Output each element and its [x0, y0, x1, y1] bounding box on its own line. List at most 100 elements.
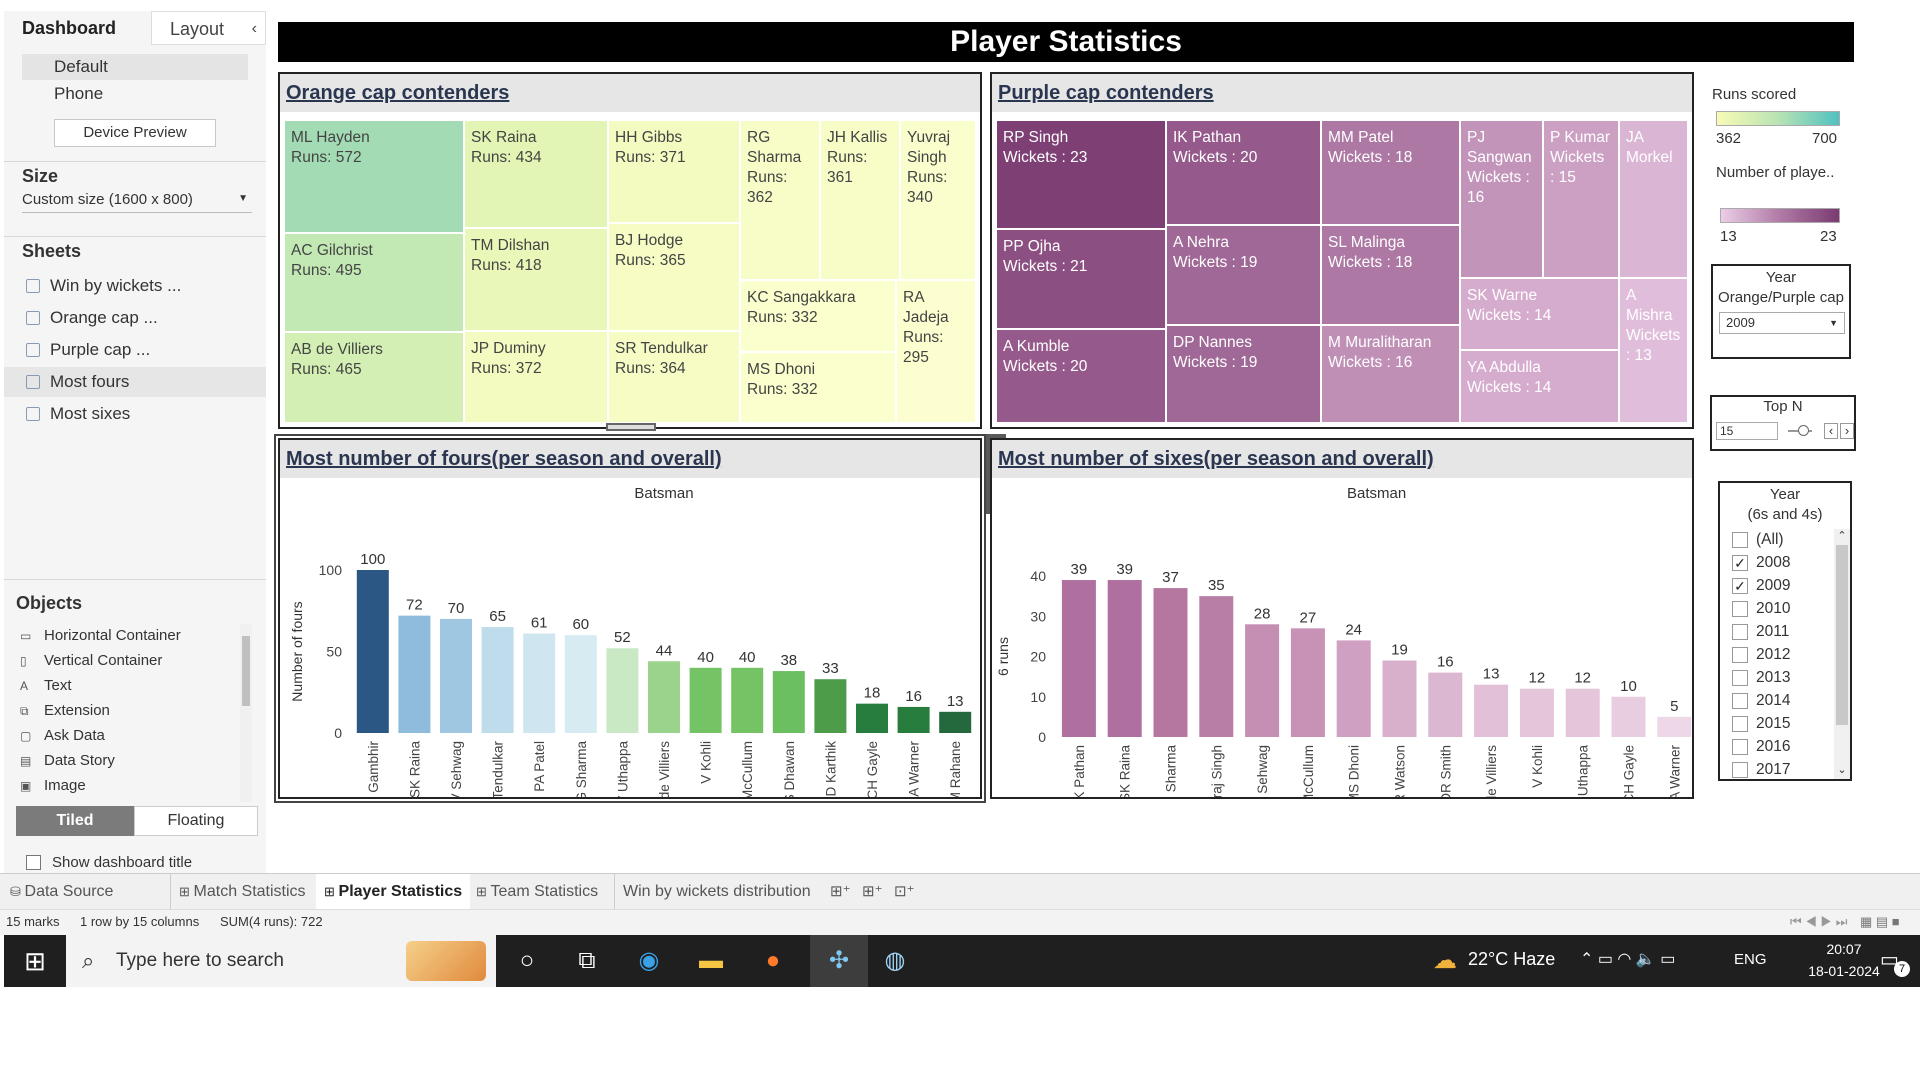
- object-text[interactable]: A Text: [20, 676, 72, 696]
- system-tray-icons[interactable]: ⌃ ▭ ◠ 🔈 ▭: [1580, 949, 1675, 969]
- tab-match-statistics[interactable]: ⊞ Match Statistics: [170, 874, 314, 910]
- orange-treemap-cell[interactable]: AC Gilchrist Runs: 495: [284, 233, 464, 332]
- sixes-bar-chart[interactable]: Batsman 6 runs 0 10 20 30 40 39 YK Pathan 39 SK Ra…: [992, 478, 1692, 797]
- scrollbar-thumb[interactable]: [242, 636, 250, 706]
- year-dropdown[interactable]: 2009 ▼: [1719, 312, 1845, 334]
- orange-treemap-cell[interactable]: SK Raina Runs: 434: [464, 120, 608, 228]
- view-toggle-icon[interactable]: ▦ ▤ ■: [1860, 910, 1900, 934]
- checkbox-icon[interactable]: [1732, 624, 1748, 640]
- checkbox-icon[interactable]: [1732, 762, 1748, 778]
- orange-treemap-cell[interactable]: RG Sharma Runs: 362: [740, 120, 820, 280]
- year-checkbox-item[interactable]: 2011: [1732, 621, 1789, 643]
- orange-treemap-cell[interactable]: TM Dilshan Runs: 418: [464, 228, 608, 331]
- purple-treemap-cell[interactable]: SK Warne Wickets : 14: [1460, 278, 1619, 350]
- year-checkbox-item[interactable]: 2016: [1732, 736, 1790, 758]
- checkbox-icon[interactable]: [1732, 716, 1748, 732]
- year-checkbox-item[interactable]: 2015: [1732, 713, 1790, 735]
- object-image[interactable]: ▣ Image: [20, 776, 86, 796]
- year-checkbox-item[interactable]: ✓ 2009: [1732, 575, 1790, 597]
- year-checkbox-item[interactable]: 2013: [1732, 667, 1790, 689]
- cortana-icon[interactable]: ○: [510, 945, 544, 977]
- orange-treemap-cell[interactable]: JH Kallis Runs: 361: [820, 120, 900, 280]
- tab-player-statistics[interactable]: ⊞ Player Statistics: [316, 874, 471, 910]
- checkbox-box[interactable]: [26, 855, 41, 870]
- scrollbar-thumb[interactable]: [1836, 545, 1848, 725]
- weather-text[interactable]: 22°C Haze: [1468, 949, 1555, 970]
- orange-treemap-cell[interactable]: AB de Villiers Runs: 465: [284, 332, 464, 423]
- object-data-story[interactable]: ▤ Data Story: [20, 751, 115, 771]
- purple-cap-panel[interactable]: Purple cap contenders RP Singh Wickets : …: [990, 72, 1694, 429]
- top-n-input[interactable]: 15: [1716, 422, 1778, 440]
- orange-cap-panel[interactable]: Orange cap contenders ML Hayden Runs: 572…: [278, 72, 982, 429]
- orange-treemap-cell[interactable]: BJ Hodge Runs: 365: [608, 223, 740, 331]
- tab-win-by-wickets[interactable]: Win by wickets distribution: [614, 874, 819, 910]
- purple-treemap-cell[interactable]: IK Pathan Wickets : 20: [1166, 120, 1321, 225]
- sheet-item-most-fours[interactable]: Most fours: [4, 367, 266, 397]
- scroll-down-icon[interactable]: ⌄: [1834, 763, 1850, 777]
- purple-treemap-cell[interactable]: A Kumble Wickets : 20: [996, 329, 1166, 423]
- purple-treemap-cell[interactable]: YA Abdulla Wickets : 14: [1460, 350, 1619, 423]
- checkbox-icon[interactable]: [1732, 739, 1748, 755]
- device-preview-button[interactable]: Device Preview: [54, 119, 216, 147]
- collapse-chevron-icon[interactable]: ‹: [252, 12, 257, 46]
- clock-time[interactable]: 20:07: [1804, 941, 1884, 957]
- most-fours-panel[interactable]: Most number of fours(per season and over…: [278, 438, 982, 799]
- purple-treemap-cell[interactable]: A Mishra Wickets : 13: [1619, 278, 1688, 423]
- size-dropdown[interactable]: Custom size (1600 x 800) ▼: [22, 191, 252, 213]
- sheet-item-purple-cap[interactable]: Purple cap ...: [4, 335, 266, 365]
- year-checkbox-item[interactable]: ✓ 2008: [1732, 552, 1790, 574]
- fours-bar-chart[interactable]: Batsman Number of fours 0 50 100 100 G Gambhir…: [280, 478, 980, 797]
- new-story-icon[interactable]: ⊡⁺: [894, 874, 915, 910]
- purple-treemap-cell[interactable]: M Muralitharan Wickets : 16: [1321, 325, 1460, 423]
- purple-treemap-cell[interactable]: JA Morkel: [1619, 120, 1688, 278]
- language-indicator[interactable]: ENG: [1734, 951, 1767, 968]
- purple-treemap-cell[interactable]: PJ Sangwan Wickets : 16: [1460, 120, 1543, 278]
- edge-icon[interactable]: ◉: [632, 945, 666, 977]
- new-worksheet-icon[interactable]: ⊞⁺: [830, 874, 851, 910]
- object-ask-data[interactable]: ▢ Ask Data: [20, 726, 105, 746]
- sheet-item-win-by-wickets[interactable]: Win by wickets ...: [4, 271, 266, 301]
- year-checkbox-item[interactable]: 2010: [1732, 598, 1790, 620]
- checkbox-icon[interactable]: [1732, 647, 1748, 663]
- taskbar-search-box[interactable]: ⌕ Type here to search: [66, 935, 496, 987]
- purple-treemap-cell[interactable]: MM Patel Wickets : 18: [1321, 120, 1460, 225]
- task-view-icon[interactable]: ⧉: [570, 945, 604, 977]
- sheet-item-orange-cap[interactable]: Orange cap ...: [4, 303, 266, 333]
- orange-treemap-cell[interactable]: ML Hayden Runs: 572: [284, 120, 464, 233]
- most-sixes-panel[interactable]: Most number of sixes(per season and over…: [990, 438, 1694, 799]
- object-vertical-container[interactable]: ▯ Vertical Container: [20, 651, 162, 671]
- increment-arrow-icon[interactable]: ›: [1840, 423, 1854, 439]
- new-dashboard-icon[interactable]: ⊞⁺: [862, 874, 883, 910]
- sheet-item-most-sixes[interactable]: Most sixes: [4, 399, 266, 429]
- orange-treemap-cell[interactable]: HH Gibbs Runs: 371: [608, 120, 740, 223]
- purple-cap-treemap[interactable]: RP Singh Wickets : 23 PP Ojha Wickets : 21 A…: [996, 120, 1688, 423]
- top-n-slider-handle[interactable]: [1798, 425, 1809, 436]
- orange-treemap-cell[interactable]: KC Sangakkara Runs: 332: [740, 280, 896, 352]
- device-phone-option[interactable]: Phone: [22, 81, 248, 107]
- year-checkbox-item[interactable]: (All): [1732, 529, 1784, 551]
- checkbox-icon[interactable]: [1732, 532, 1748, 548]
- checkbox-icon[interactable]: [1732, 693, 1748, 709]
- year-checkbox-item[interactable]: 2014: [1732, 690, 1790, 712]
- year-checkbox-item[interactable]: 2012: [1732, 644, 1790, 666]
- tiled-button[interactable]: Tiled: [16, 806, 134, 836]
- orange-treemap-cell[interactable]: MS Dhoni Runs: 332: [740, 352, 896, 423]
- orange-cap-treemap[interactable]: ML Hayden Runs: 572 AC Gilchrist Runs: 495 A…: [284, 120, 976, 423]
- decrement-arrow-icon[interactable]: ‹: [1824, 423, 1838, 439]
- orange-treemap-cell[interactable]: Yuvraj Singh Runs: 340: [900, 120, 976, 280]
- purple-treemap-cell[interactable]: SL Malinga Wickets : 18: [1321, 225, 1460, 325]
- tableau-icon[interactable]: ✣: [810, 935, 868, 987]
- clock-date[interactable]: 18-01-2024: [1794, 963, 1894, 979]
- object-extension[interactable]: ⧉ Extension: [20, 701, 110, 721]
- year-list-scrollbar[interactable]: ⌃ ⌄: [1834, 529, 1850, 779]
- objects-scrollbar[interactable]: [240, 624, 252, 802]
- orange-treemap-cell[interactable]: JP Duminy Runs: 372: [464, 331, 608, 423]
- purple-treemap-cell[interactable]: A Nehra Wickets : 19: [1166, 225, 1321, 325]
- purple-treemap-cell[interactable]: RP Singh Wickets : 23: [996, 120, 1166, 229]
- purple-treemap-cell[interactable]: PP Ojha Wickets : 21: [996, 229, 1166, 329]
- firefox-icon[interactable]: ●: [756, 945, 790, 977]
- orange-treemap-cell[interactable]: RA Jadeja Runs: 295: [896, 280, 976, 423]
- show-dashboard-title-checkbox[interactable]: Show dashboard title: [26, 854, 192, 871]
- orange-treemap-cell[interactable]: SR Tendulkar Runs: 364: [608, 331, 740, 423]
- device-default-option[interactable]: Default: [22, 54, 248, 80]
